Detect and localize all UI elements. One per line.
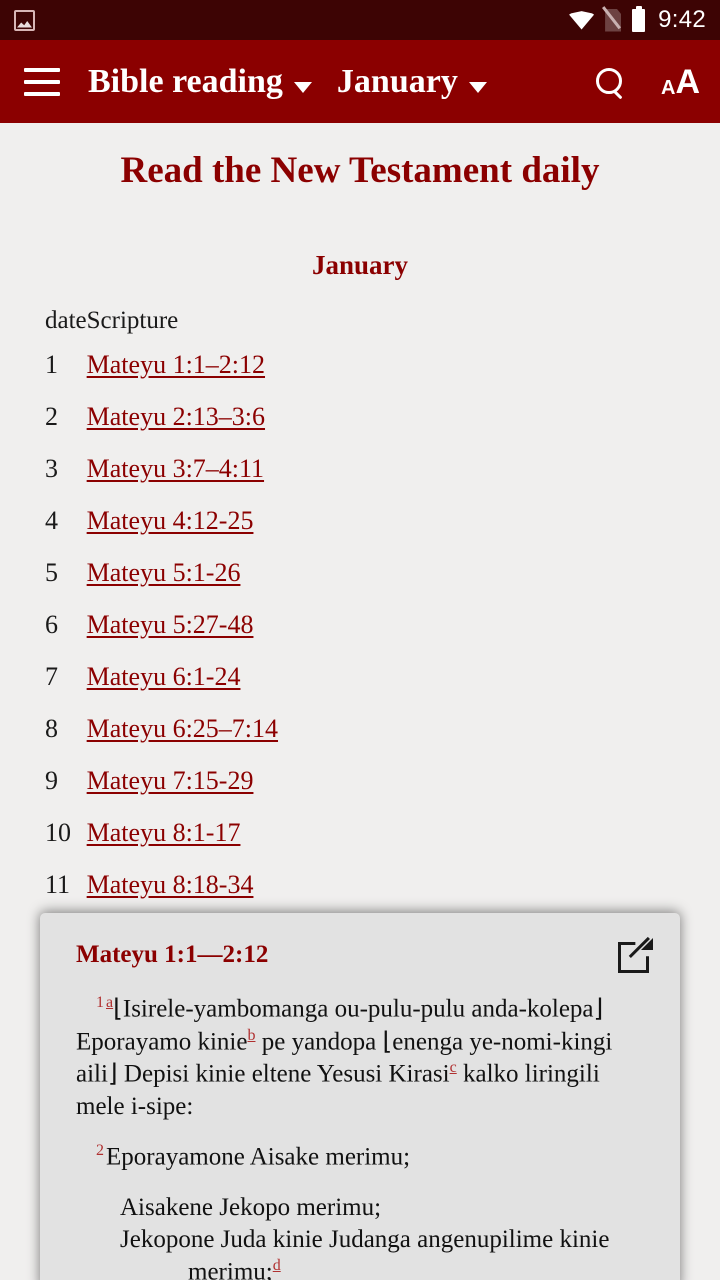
- text-size-small-a: A: [660, 76, 676, 99]
- scripture-link[interactable]: Mateyu 3:7–4:11: [87, 454, 264, 483]
- text-size-large-a: A: [675, 62, 700, 101]
- scripture-link[interactable]: Mateyu 5:27-48: [87, 610, 254, 639]
- row-date: 7: [45, 662, 58, 691]
- photo-notification-icon: [14, 9, 35, 31]
- row-scripture: Mateyu 8:18-34: [87, 859, 720, 911]
- open-in-new-icon[interactable]: [618, 937, 654, 973]
- toolbar-title-label: Bible reading: [88, 62, 283, 100]
- scripture-link[interactable]: Mateyu 6:1-24: [87, 662, 241, 691]
- scripture-link[interactable]: Mateyu 1:1–2:12: [87, 350, 265, 379]
- row-scripture: Mateyu 2:13–3:6: [87, 391, 720, 443]
- table-row: 7 Mateyu 6:1-24: [0, 651, 720, 703]
- column-header-date: date: [45, 307, 87, 334]
- verse-paragraph-2: 2Eporayamone Aisake merimu;: [76, 1141, 644, 1174]
- app-toolbar: Bible reading January AA: [0, 40, 720, 123]
- page-content: Read the New Testament daily January dat…: [0, 123, 720, 1280]
- row-scripture: Mateyu 3:7–4:11: [87, 443, 720, 495]
- column-header-scripture: Scripture: [86, 307, 179, 334]
- verse-text: Eporayamone Aisake merimu;: [106, 1143, 411, 1171]
- status-bar: 9:42: [0, 0, 720, 40]
- verse-number: 1: [96, 994, 104, 1011]
- month-selector-label: January: [336, 62, 458, 100]
- month-heading: January: [311, 250, 409, 280]
- row-scripture: Mateyu 5:27-48: [87, 599, 720, 651]
- table-row: 2 Mateyu 2:13–3:6: [0, 391, 720, 443]
- status-bar-clock: 9:42: [658, 6, 706, 33]
- table-row: 5 Mateyu 5:1-26: [0, 547, 720, 599]
- month-selector-dropdown[interactable]: January: [337, 63, 487, 101]
- chevron-down-icon: [293, 82, 312, 94]
- row-date: 10: [45, 818, 71, 847]
- status-bar-right: 9:42: [569, 5, 706, 34]
- row-date: 11: [45, 870, 71, 899]
- verse-preview-sheet: Mateyu 1:1—2:12 1 a⌊Isirele-yambomanga ou…: [40, 913, 680, 1280]
- row-scripture: Mateyu 6:1-24: [87, 651, 720, 703]
- no-sim-icon: [602, 5, 622, 32]
- scripture-link[interactable]: Mateyu 8:18-34: [87, 870, 254, 899]
- scripture-link[interactable]: Mateyu 2:13–3:6: [87, 402, 265, 431]
- row-scripture: Mateyu 6:25–7:14: [87, 703, 720, 755]
- row-date: 9: [45, 766, 58, 795]
- battery-icon: [632, 5, 646, 32]
- scripture-link[interactable]: Mateyu 6:25–7:14: [87, 714, 278, 743]
- row-date: 1: [45, 350, 58, 379]
- table-row: 1 Mateyu 1:1–2:12: [0, 339, 720, 391]
- scripture-link[interactable]: Mateyu 8:1-17: [87, 818, 241, 847]
- row-scripture: Mateyu 1:1–2:12: [87, 339, 720, 391]
- verse-preview-body: 1 a⌊Isirele-yambomanga ou-pulu-pulu anda-…: [40, 993, 680, 1280]
- footnote-marker-c[interactable]: c: [450, 1059, 457, 1076]
- page-title: Read the New Testament daily: [120, 150, 600, 191]
- row-date: 5: [45, 558, 58, 587]
- row-date: 2: [45, 402, 58, 431]
- scripture-link[interactable]: Mateyu 7:15-29: [87, 766, 254, 795]
- row-date: 3: [45, 454, 58, 483]
- row-scripture: Mateyu 4:12-25: [87, 495, 720, 547]
- row-scripture: Mateyu 8:1-17: [87, 807, 720, 859]
- verse-poetry-block-2: Aisakene Jekopo merimu; Jekopone Juda ki…: [76, 1192, 644, 1280]
- verse-text: merimu;: [188, 1258, 273, 1280]
- row-scripture: Mateyu 7:15-29: [87, 755, 720, 807]
- footnote-marker-d[interactable]: d: [273, 1257, 281, 1274]
- row-date: 4: [45, 506, 58, 535]
- verse-line: Jekopone Juda kinie Judanga angenupilime…: [120, 1225, 610, 1253]
- text-size-icon[interactable]: AA: [661, 65, 700, 99]
- verse-preview-reference: Mateyu 1:1—2:12: [76, 941, 269, 968]
- hamburger-menu-icon[interactable]: [24, 67, 60, 96]
- scripture-link[interactable]: Mateyu 4:12-25: [87, 506, 254, 535]
- reading-schedule-table: date Scripture 1 Mateyu 1:1–2:12 2 Matey…: [0, 303, 720, 911]
- row-date: 6: [45, 610, 58, 639]
- table-row: 9 Mateyu 7:15-29: [0, 755, 720, 807]
- table-row: 11 Mateyu 8:18-34: [0, 859, 720, 911]
- search-icon[interactable]: [595, 67, 625, 97]
- verse-paragraph-1: 1 a⌊Isirele-yambomanga ou-pulu-pulu anda-…: [76, 993, 644, 1123]
- verse-number: 2: [96, 1141, 104, 1159]
- wifi-icon: [569, 11, 595, 30]
- status-bar-left: [14, 9, 35, 31]
- table-row: 4 Mateyu 4:12-25: [0, 495, 720, 547]
- verse-line: Aisakene Jekopo merimu;: [120, 1193, 382, 1221]
- row-scripture: Mateyu 5:1-26: [87, 547, 720, 599]
- chevron-down-icon: [468, 82, 487, 94]
- verse-preview-header: Mateyu 1:1—2:12: [40, 913, 680, 979]
- verse-line-wrap: merimu;d: [120, 1256, 644, 1280]
- toolbar-title-dropdown[interactable]: Bible reading: [88, 63, 312, 101]
- table-row: 3 Mateyu 3:7–4:11: [0, 443, 720, 495]
- row-date: 8: [45, 714, 58, 743]
- reading-schedule-body: 1 Mateyu 1:1–2:12 2 Mateyu 2:13–3:6 3 Ma…: [0, 339, 720, 911]
- table-row: 6 Mateyu 5:27-48: [0, 599, 720, 651]
- table-header-row: date Scripture: [0, 303, 720, 339]
- toolbar-actions: AA: [595, 65, 700, 99]
- table-row: 8 Mateyu 6:25–7:14: [0, 703, 720, 755]
- scripture-link[interactable]: Mateyu 5:1-26: [87, 558, 241, 587]
- table-row: 10 Mateyu 8:1-17: [0, 807, 720, 859]
